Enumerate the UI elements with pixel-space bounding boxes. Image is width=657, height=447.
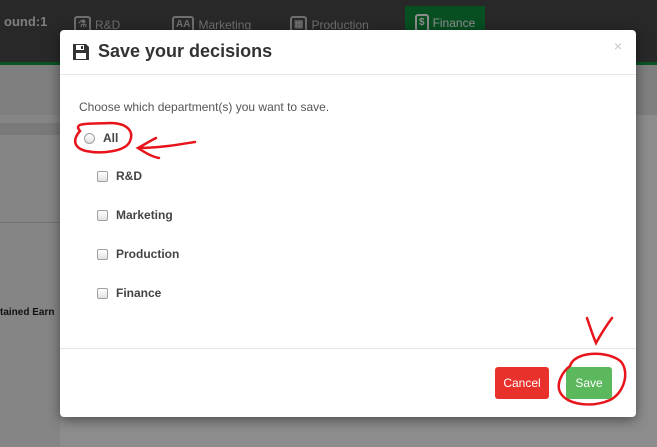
option-production-label: Production: [116, 247, 180, 261]
marketing-checkbox[interactable]: [97, 209, 108, 221]
modal-title: Save your decisions: [72, 41, 272, 62]
production-checkbox[interactable]: [97, 248, 108, 260]
close-icon[interactable]: ×: [614, 38, 622, 54]
option-all-label: All: [103, 131, 119, 145]
option-finance[interactable]: Finance: [97, 286, 161, 300]
option-rd[interactable]: R&D: [97, 169, 142, 183]
save-button[interactable]: Save: [566, 367, 612, 399]
modal-title-text: Save your decisions: [98, 41, 273, 61]
floppy-disk-icon: [72, 43, 90, 61]
modal-header: Save your decisions ×: [60, 30, 636, 75]
option-marketing-label: Marketing: [116, 208, 173, 222]
finance-checkbox[interactable]: [97, 287, 108, 299]
rd-checkbox[interactable]: [97, 170, 108, 182]
all-radio[interactable]: [84, 132, 95, 144]
save-prompt: Choose which department(s) you want to s…: [79, 100, 330, 114]
option-marketing[interactable]: Marketing: [97, 208, 173, 222]
save-decisions-modal: Save your decisions × Choose which depar…: [60, 30, 636, 417]
option-rd-label: R&D: [116, 169, 142, 183]
cancel-button[interactable]: Cancel: [495, 367, 549, 399]
option-production[interactable]: Production: [97, 247, 179, 261]
option-all[interactable]: All: [84, 131, 118, 145]
option-finance-label: Finance: [116, 286, 162, 300]
modal-footer-divider: [60, 348, 636, 349]
